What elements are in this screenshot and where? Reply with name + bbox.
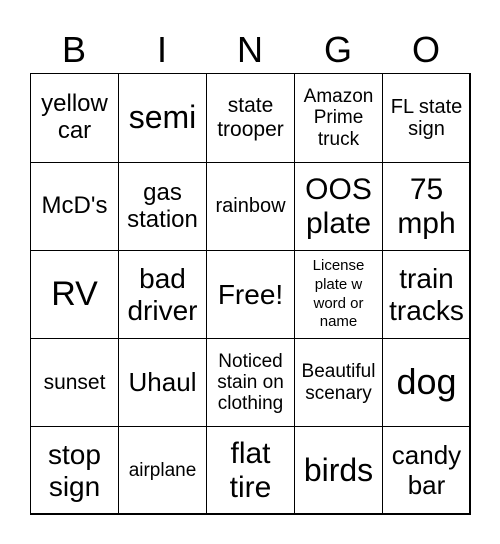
bingo-cell[interactable]: gas station bbox=[118, 162, 207, 251]
header-letter-i: I bbox=[118, 28, 206, 72]
bingo-cell[interactable]: birds bbox=[294, 426, 383, 515]
bingo-cell[interactable]: 75 mph bbox=[382, 162, 471, 251]
bingo-cell[interactable]: rainbow bbox=[206, 162, 295, 251]
header-letter-b: B bbox=[30, 28, 118, 72]
bingo-cell[interactable]: dog bbox=[382, 338, 471, 427]
bingo-cell[interactable]: flat tire bbox=[206, 426, 295, 515]
bingo-cell[interactable]: Beautiful scenary bbox=[294, 338, 383, 427]
bingo-cell[interactable]: McD's bbox=[30, 162, 119, 251]
bingo-cell[interactable]: Uhaul bbox=[118, 338, 207, 427]
bingo-cell[interactable]: state trooper bbox=[206, 73, 295, 163]
bingo-grid: yellow car semi state trooper Amazon Pri… bbox=[30, 73, 470, 514]
bingo-cell[interactable]: OOS plate bbox=[294, 162, 383, 251]
bingo-cell[interactable]: Amazon Prime truck bbox=[294, 73, 383, 163]
bingo-cell[interactable]: yellow car bbox=[30, 73, 119, 163]
bingo-cell[interactable]: semi bbox=[118, 73, 207, 163]
bingo-cell[interactable]: sunset bbox=[30, 338, 119, 427]
bingo-cell[interactable]: License plate w word or name bbox=[294, 250, 383, 339]
header-letter-n: N bbox=[206, 28, 294, 72]
bingo-cell[interactable]: FL state sign bbox=[382, 73, 471, 163]
bingo-cell[interactable]: candy bar bbox=[382, 426, 471, 515]
bingo-cell[interactable]: Noticed stain on clothing bbox=[206, 338, 295, 427]
bingo-cell[interactable]: stop sign bbox=[30, 426, 119, 515]
bingo-cell[interactable]: RV bbox=[30, 250, 119, 339]
bingo-cell[interactable]: airplane bbox=[118, 426, 207, 515]
bingo-cell[interactable]: train tracks bbox=[382, 250, 471, 339]
free-space-cell[interactable]: Free! bbox=[206, 250, 295, 339]
header-letter-o: O bbox=[382, 28, 470, 72]
bingo-cell[interactable]: bad driver bbox=[118, 250, 207, 339]
header-letter-g: G bbox=[294, 28, 382, 72]
bingo-header: B I N G O bbox=[30, 28, 470, 72]
